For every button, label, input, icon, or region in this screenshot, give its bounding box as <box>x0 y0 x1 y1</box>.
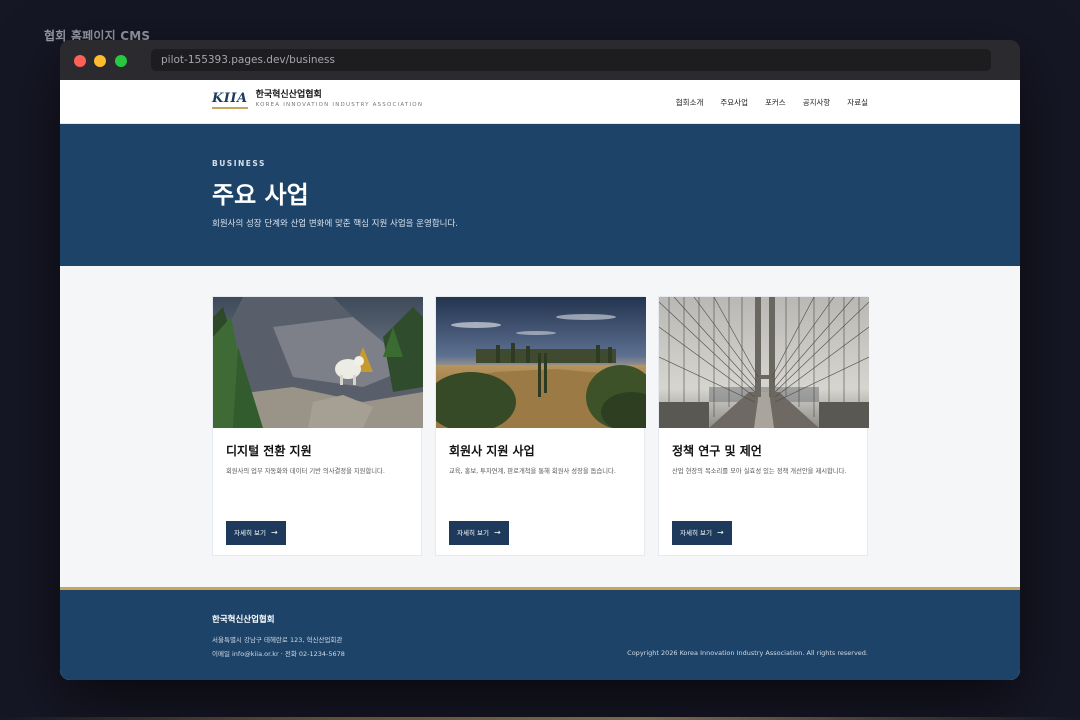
business-cards: 디지털 전환 지원 회원사의 업무 자동화와 데이터 기반 의사결정을 지원합니… <box>212 296 869 556</box>
button-label: 자세히 보기 <box>457 529 489 537</box>
hero-description: 회원사의 성장 단계와 산업 변화에 맞춘 핵심 지원 사업을 운영합니다. <box>212 219 458 229</box>
card-title: 회원사 지원 사업 <box>449 444 535 458</box>
nav-item-focus[interactable]: 포커스 <box>765 97 786 108</box>
arrow-right-icon: → <box>716 528 724 537</box>
card-policy-research: 정책 연구 및 제언 산업 현장의 목소리를 모아 실효성 있는 정책 개선안을… <box>658 296 869 556</box>
details-button[interactable]: 자세히 보기 → <box>449 521 509 545</box>
main-nav: 협회소개 주요사업 포커스 공지사항 자료실 <box>659 80 868 124</box>
bridge-photo <box>659 297 869 428</box>
nav-item-resources[interactable]: 자료실 <box>847 97 868 108</box>
close-window-button[interactable] <box>74 55 86 67</box>
nav-item-business[interactable]: 주요사업 <box>720 97 748 108</box>
page-title: 주요 사업 <box>212 181 309 209</box>
nav-item-notices[interactable]: 공지사항 <box>803 97 831 108</box>
details-button[interactable]: 자세히 보기 → <box>226 521 286 545</box>
mountain-goat-photo <box>213 297 423 428</box>
footer-copyright: Copyright 2026 Korea Innovation Industry… <box>627 649 868 657</box>
site-logo[interactable]: KIIA 한국혁신산업협회 KOREA INNOVATION INDUSTRY … <box>212 90 423 110</box>
card-title: 정책 연구 및 제언 <box>672 444 762 458</box>
logo-subtitle: KOREA INNOVATION INDUSTRY ASSOCIATION <box>255 102 424 108</box>
browser-window: pilot-155393.pages.dev/business KIIA 한국혁… <box>60 40 1020 680</box>
tuscany-landscape-photo <box>436 297 646 428</box>
address-bar[interactable]: pilot-155393.pages.dev/business <box>151 49 991 71</box>
card-digital-transformation: 디지털 전환 지원 회원사의 업무 자동화와 데이터 기반 의사결정을 지원합니… <box>212 296 423 556</box>
nav-item-about[interactable]: 협회소개 <box>676 97 704 108</box>
footer-address: 서울특별시 강남구 테헤란로 123, 혁신산업회관 <box>212 636 343 644</box>
card-description: 산업 현장의 목소리를 모아 실효성 있는 정책 개선안을 제시합니다. <box>672 468 847 475</box>
maximize-window-button[interactable] <box>115 55 127 67</box>
details-button[interactable]: 자세히 보기 → <box>672 521 732 545</box>
minimize-window-button[interactable] <box>94 55 106 67</box>
page-viewport: KIIA 한국혁신산업협회 KOREA INNOVATION INDUSTRY … <box>60 80 1020 680</box>
button-label: 자세히 보기 <box>234 529 266 537</box>
arrow-right-icon: → <box>270 528 278 537</box>
site-header: KIIA 한국혁신산업협회 KOREA INNOVATION INDUSTRY … <box>60 80 1020 124</box>
footer-contact: 이메일 info@kiia.or.kr · 전화 02-1234-5678 <box>212 650 345 658</box>
button-label: 자세히 보기 <box>680 529 712 537</box>
logo-name: 한국혁신산업협회 <box>255 90 322 100</box>
card-description: 회원사의 업무 자동화와 데이터 기반 의사결정을 지원합니다. <box>226 468 385 475</box>
logo-mark: KIIA <box>212 91 248 109</box>
arrow-right-icon: → <box>493 528 501 537</box>
hero-eyebrow: BUSINESS <box>212 159 266 168</box>
site-footer: 한국혁신산업협회 서울특별시 강남구 테헤란로 123, 혁신산업회관 이메일 … <box>60 587 1020 680</box>
hero-banner: BUSINESS 주요 사업 회원사의 성장 단계와 산업 변화에 맞춘 핵심 … <box>60 124 1020 266</box>
card-description: 교육, 홍보, 투자연계, 판로개척을 통해 회원사 성장을 돕습니다. <box>449 468 616 475</box>
footer-org-name: 한국혁신산업협회 <box>212 615 275 625</box>
card-title: 디지털 전환 지원 <box>226 444 312 458</box>
browser-titlebar: pilot-155393.pages.dev/business <box>60 40 1020 80</box>
card-member-support: 회원사 지원 사업 교육, 홍보, 투자연계, 판로개척을 통해 회원사 성장을… <box>435 296 646 556</box>
